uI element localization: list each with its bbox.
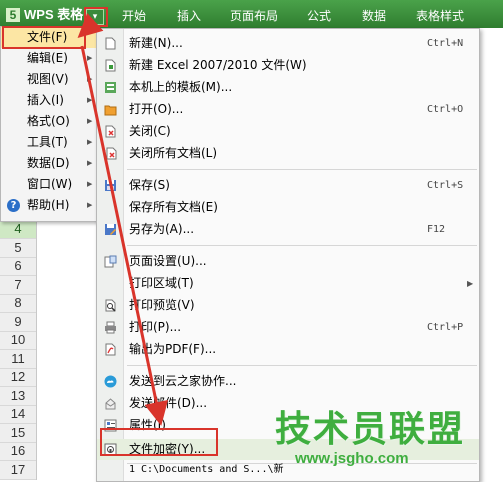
watermark-title: 技术员联盟 [275, 409, 466, 450]
arrow-to-file-menu [77, 13, 104, 39]
annotation-arrows [77, 13, 169, 426]
watermark: 技术员联盟 www.jsgho.com [275, 410, 465, 468]
arrow-to-encrypt [80, 45, 169, 426]
watermark-url: www.jsgho.com [295, 450, 409, 467]
